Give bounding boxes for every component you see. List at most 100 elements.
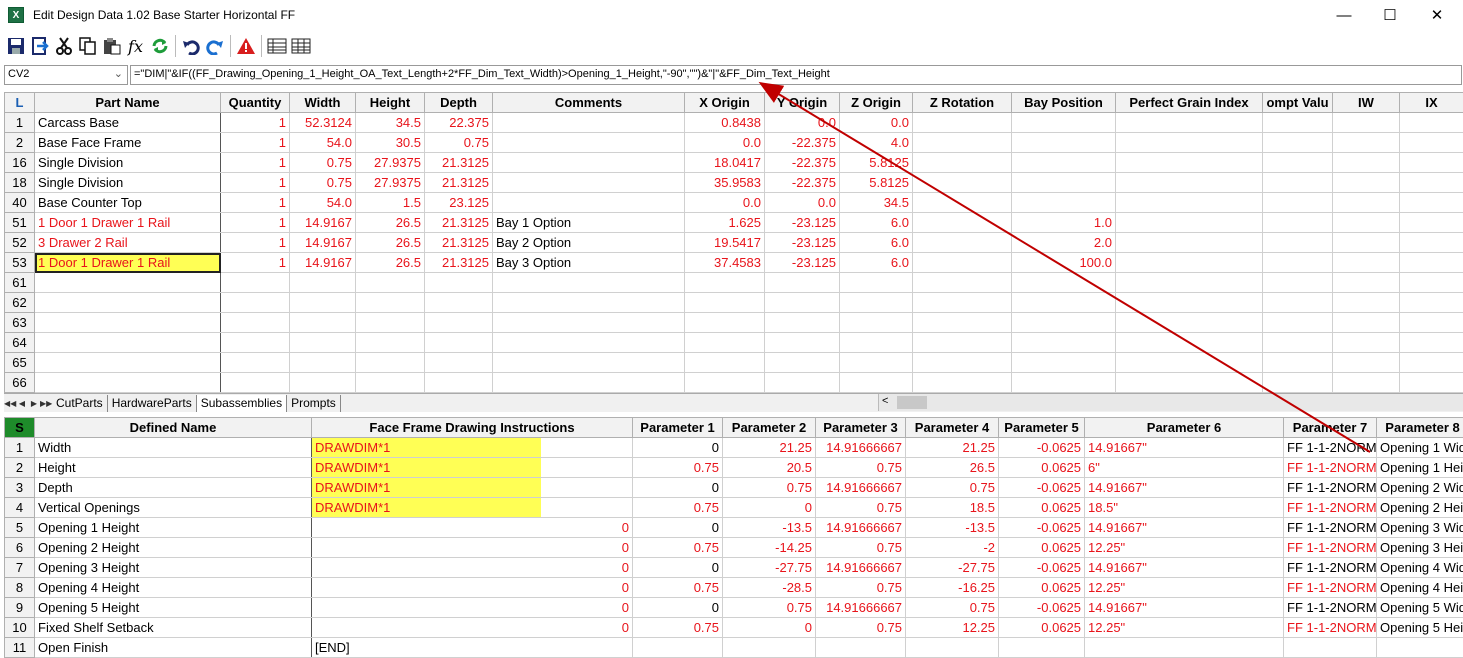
cell-drawing-instructions[interactable]	[312, 538, 541, 558]
cell-defined-name[interactable]: Opening 4 Height	[35, 578, 312, 598]
grid-view-icon[interactable]	[265, 34, 288, 58]
cell-ix[interactable]	[1400, 273, 1463, 293]
cell-defined-name[interactable]: Opening 5 Height	[35, 598, 312, 618]
cell-quantity[interactable]: 1	[221, 253, 290, 273]
col-header-part-name[interactable]: Part Name	[35, 93, 221, 113]
row-header[interactable]: 10	[5, 618, 35, 638]
cell-drawing-instructions[interactable]: 0	[541, 518, 633, 538]
cell-parameter-2[interactable]: 21.25	[723, 438, 816, 458]
cell-x-origin[interactable]: 0.0	[685, 133, 765, 153]
cell-z-origin[interactable]	[840, 313, 913, 333]
cell-x-origin[interactable]	[685, 273, 765, 293]
cell-parameter-1[interactable]: 0.75	[633, 578, 723, 598]
cell-parameter-2[interactable]: -13.5	[723, 518, 816, 538]
cell-z-origin[interactable]: 4.0	[840, 133, 913, 153]
function-icon[interactable]: fx	[124, 34, 147, 58]
cell-z-origin[interactable]: 5.8125	[840, 173, 913, 193]
cell-x-origin[interactable]: 0.8438	[685, 113, 765, 133]
cell-bay-position[interactable]	[1012, 193, 1116, 213]
col-header-x-origin[interactable]: X Origin	[685, 93, 765, 113]
cell-parameter-7[interactable]: FF 1-1-2NORMAL ALNTXT	[1284, 498, 1377, 518]
cell-x-origin[interactable]: 1.625	[685, 213, 765, 233]
col-header-perfect-grain-index[interactable]: Perfect Grain Index	[1116, 93, 1263, 113]
cell-quantity[interactable]: 1	[221, 213, 290, 233]
horizontal-scrollbar[interactable]: <	[878, 394, 1463, 411]
cell-parameter-8[interactable]: Opening 1 Height	[1377, 458, 1463, 478]
cell-x-origin[interactable]: 37.4583	[685, 253, 765, 273]
cell-parameter-8[interactable]: Opening 3 Height	[1377, 538, 1463, 558]
cell-z-rotation[interactable]	[913, 273, 1012, 293]
cut-icon[interactable]	[52, 34, 75, 58]
cell-depth[interactable]: 21.3125	[425, 253, 493, 273]
cell-comments[interactable]	[493, 153, 685, 173]
cell-parameter-5[interactable]: -0.0625	[999, 438, 1085, 458]
cell-comments[interactable]: Bay 2 Option	[493, 233, 685, 253]
cell-parameter-3[interactable]: 0.75	[816, 458, 906, 478]
cell-parameter-8[interactable]: Opening 3 Width	[1377, 518, 1463, 538]
cell-quantity[interactable]	[221, 273, 290, 293]
save-icon[interactable]	[4, 34, 27, 58]
cell-ix[interactable]	[1400, 313, 1463, 333]
cell-part-name[interactable]	[35, 373, 221, 393]
cell-parameter-7[interactable]	[1284, 638, 1377, 658]
cell-bay-position[interactable]	[1012, 113, 1116, 133]
cell-ompt-valu[interactable]	[1263, 133, 1333, 153]
cell-x-origin[interactable]: 35.9583	[685, 173, 765, 193]
cell-bay-position[interactable]	[1012, 133, 1116, 153]
cell-parameter-5[interactable]	[999, 638, 1085, 658]
cell-iw[interactable]	[1333, 213, 1400, 233]
row-header[interactable]: 9	[5, 598, 35, 618]
cell-parameter-4[interactable]: 0.75	[906, 598, 999, 618]
cell-iw[interactable]	[1333, 293, 1400, 313]
cell-parameter-3[interactable]: 14.91666667	[816, 518, 906, 538]
cell-parameter-5[interactable]: 0.0625	[999, 578, 1085, 598]
cell-depth[interactable]	[425, 313, 493, 333]
cell-y-origin[interactable]	[765, 293, 840, 313]
cell-parameter-3[interactable]	[816, 638, 906, 658]
cell-height[interactable]	[356, 333, 425, 353]
row-header[interactable]: 52	[5, 233, 35, 253]
cell-defined-name[interactable]: Opening 2 Height	[35, 538, 312, 558]
cell-ompt-valu[interactable]	[1263, 313, 1333, 333]
cell-drawing-instructions[interactable]	[312, 598, 541, 618]
cell-parameter-1[interactable]: 0	[633, 518, 723, 538]
tab-cutparts[interactable]: CutParts	[52, 395, 108, 412]
cell-parameter-4[interactable]: 21.25	[906, 438, 999, 458]
cell-perfect-grain-index[interactable]	[1116, 353, 1263, 373]
row-header[interactable]: 8	[5, 578, 35, 598]
cell-parameter-4[interactable]: 26.5	[906, 458, 999, 478]
cell-comments[interactable]: Bay 1 Option	[493, 213, 685, 233]
cell-perfect-grain-index[interactable]	[1116, 253, 1263, 273]
cell-ix[interactable]	[1400, 333, 1463, 353]
cell-parameter-3[interactable]: 0.75	[816, 578, 906, 598]
cell-part-name[interactable]: 3 Drawer 2 Rail	[35, 233, 221, 253]
close-button[interactable]: ✕	[1414, 0, 1460, 30]
cell-width[interactable]	[290, 273, 356, 293]
cell-parameter-1[interactable]: 0.75	[633, 458, 723, 478]
cell-parameter-1[interactable]: 0	[633, 478, 723, 498]
cell-iw[interactable]	[1333, 193, 1400, 213]
tab-prompts[interactable]: Prompts	[287, 395, 341, 412]
cell-ompt-valu[interactable]	[1263, 333, 1333, 353]
cell-width[interactable]: 52.3124	[290, 113, 356, 133]
cell-x-origin[interactable]	[685, 333, 765, 353]
cell-z-rotation[interactable]	[913, 193, 1012, 213]
cell-parameter-6[interactable]: 14.91667"	[1085, 438, 1284, 458]
cell-comments[interactable]	[493, 373, 685, 393]
tab-subassemblies[interactable]: Subassemblies	[197, 395, 287, 412]
cell-parameter-8[interactable]: Opening 2 Width	[1377, 478, 1463, 498]
cell-parameter-1[interactable]: 0.75	[633, 498, 723, 518]
cell-parameter-8[interactable]: Opening 5 Height	[1377, 618, 1463, 638]
cell-z-origin[interactable]: 6.0	[840, 253, 913, 273]
row-header[interactable]: 66	[5, 373, 35, 393]
cell-z-rotation[interactable]	[913, 373, 1012, 393]
cell-quantity[interactable]: 1	[221, 113, 290, 133]
cell-parameter-4[interactable]: -27.75	[906, 558, 999, 578]
cell-perfect-grain-index[interactable]	[1116, 213, 1263, 233]
cell-part-name[interactable]: 1 Door 1 Drawer 1 Rail	[35, 253, 221, 273]
cell-parameter-2[interactable]: 0.75	[723, 478, 816, 498]
cell-ix[interactable]	[1400, 173, 1463, 193]
cell-iw[interactable]	[1333, 113, 1400, 133]
cell-depth[interactable]	[425, 333, 493, 353]
cell-parameter-6[interactable]: 14.91667"	[1085, 558, 1284, 578]
